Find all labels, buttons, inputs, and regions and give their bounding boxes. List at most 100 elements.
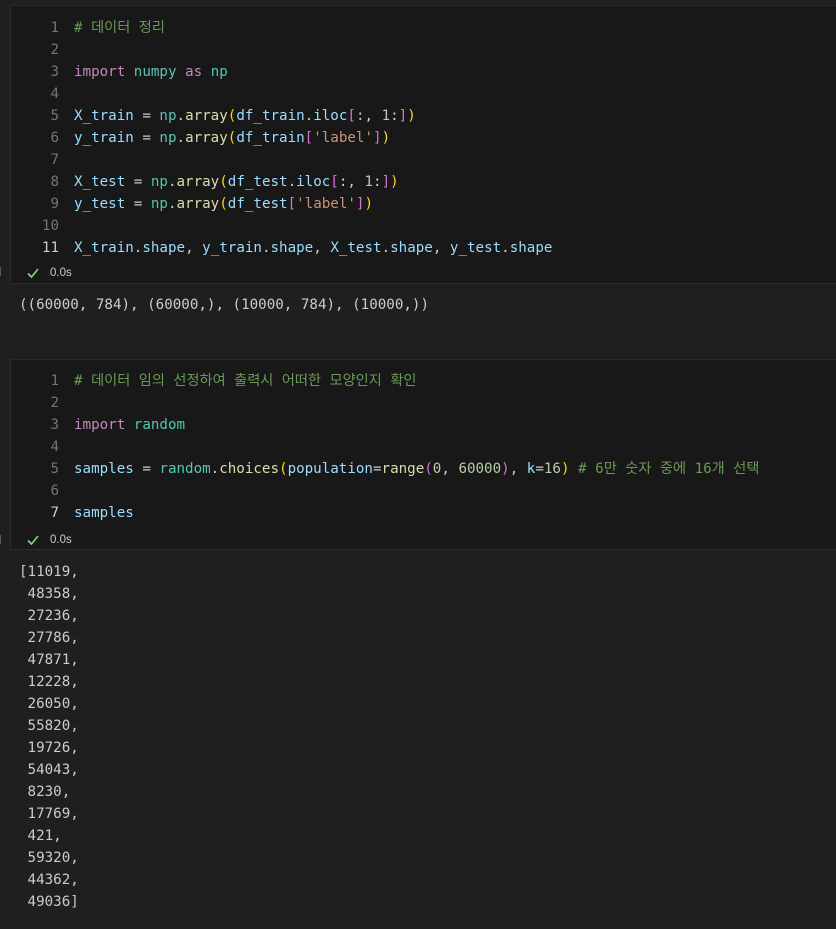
line-source: y_train = np.array(df_train['label']) — [74, 127, 390, 149]
code-line[interactable]: 7 — [11, 149, 836, 171]
code-token: 60000 — [458, 461, 502, 477]
code-line[interactable]: 1 # 데이터 정리 — [11, 17, 836, 39]
code-token: ( — [219, 174, 228, 190]
code-token: import — [74, 417, 126, 433]
code-token: df_test — [227, 174, 288, 190]
code-token: = — [535, 461, 544, 477]
code-token: np — [150, 196, 168, 212]
code-token: 1 — [364, 174, 374, 190]
code-token: ) — [407, 108, 416, 124]
code-token: samples — [74, 461, 134, 477]
code-token: ] — [381, 174, 391, 190]
code-token: iloc — [313, 108, 348, 124]
code-token: . — [167, 174, 177, 190]
line-source: samples = random.choices(population=rang… — [74, 458, 759, 480]
check-icon — [27, 268, 39, 279]
code-token: = — [133, 108, 160, 124]
cell-2-status: 0.0s — [26, 531, 72, 549]
code-token: y_test — [449, 240, 502, 256]
line-source: # 데이터 임의 선정하여 출력시 어떠한 모양인지 확인 — [74, 370, 416, 392]
code-token: 'label' — [313, 130, 374, 146]
code-line[interactable]: 3 import numpy as np — [11, 61, 836, 83]
code-line[interactable]: 11 X_train.shape, y_train.shape, X_test.s… — [11, 237, 836, 259]
output-line: 26050, — [19, 696, 79, 712]
code-token: # 데이터 임의 선정하여 출력시 어떠한 모양인지 확인 — [74, 373, 417, 389]
code-token: : — [390, 108, 399, 124]
code-token: :, — [338, 174, 365, 190]
code-token: np — [159, 108, 177, 124]
output-line: 19726, — [19, 740, 79, 756]
code-token: . — [381, 240, 391, 256]
code-line[interactable]: 2 — [11, 39, 836, 61]
code-line[interactable]: 3 import random — [11, 414, 836, 436]
code-cell-1[interactable]: 1 # 데이터 정리 2 3 import numpy as np 4 5 X_train =… — [10, 5, 836, 284]
code-token: :, — [355, 108, 382, 124]
code-line[interactable]: 5 samples = random.choices(population=ran… — [11, 458, 836, 480]
code-token: # 데이터 정리 — [74, 20, 165, 36]
code-line[interactable]: 10 — [11, 215, 836, 237]
code-line[interactable]: 8 X_test = np.array(df_test.iloc[:, 1:]) — [11, 171, 836, 193]
line-source: X_train.shape, y_train.shape, X_test.sha… — [74, 237, 552, 259]
line-number: 3 — [50, 64, 59, 80]
line-source: y_test = np.array(df_test['label']) — [74, 193, 373, 215]
code-token: . — [167, 196, 177, 212]
code-token: [ — [304, 130, 314, 146]
code-line[interactable]: 4 — [11, 436, 836, 458]
code-token: . — [176, 130, 186, 146]
code-token: X_train — [74, 108, 134, 124]
code-token: ( — [219, 196, 228, 212]
line-source: # 데이터 정리 — [74, 17, 165, 39]
code-line[interactable]: 1 # 데이터 임의 선정하여 출력시 어떠한 모양인지 확인 — [11, 370, 836, 392]
line-source: import numpy as np — [74, 61, 228, 83]
code-token: choices — [219, 461, 280, 477]
line-number: 1 — [50, 20, 59, 36]
code-line[interactable]: 9 y_test = np.array(df_test['label']) — [11, 193, 836, 215]
check-icon — [27, 535, 39, 546]
line-number: 3 — [50, 417, 59, 433]
execution-time: 0.0s — [50, 267, 72, 279]
code-line[interactable]: 2 — [11, 392, 836, 414]
code-line[interactable]: 6 — [11, 480, 836, 502]
output-line: 17769, — [19, 806, 79, 822]
code-token: shape — [390, 240, 433, 256]
code-cell-2[interactable]: 1 # 데이터 임의 선정하여 출력시 어떠한 모양인지 확인 2 3 import r… — [10, 359, 836, 550]
output-line: 47871, — [19, 652, 79, 668]
output-line: 8230, — [19, 784, 71, 800]
code-token: , — [432, 240, 450, 256]
code-token: : — [373, 174, 382, 190]
line-source: samples — [74, 502, 134, 524]
line-number: 10 — [41, 218, 59, 234]
code-token: df_test — [227, 196, 288, 212]
output-line: 49036] — [19, 894, 79, 910]
code-token: , — [441, 461, 459, 477]
code-line[interactable]: 6 y_train = np.array(df_train['label']) — [11, 127, 836, 149]
output-line: 59320, — [19, 850, 79, 866]
line-number: 5 — [50, 108, 59, 124]
code-line[interactable]: 4 — [11, 83, 836, 105]
code-token: [ — [330, 174, 339, 190]
code-token: [ — [287, 196, 297, 212]
code-line[interactable]: 5 X_train = np.array(df_train.iloc[:, 1:]… — [11, 105, 836, 127]
line-number: 8 — [50, 174, 59, 190]
code-token: np — [150, 174, 168, 190]
code-token: ( — [424, 461, 433, 477]
code-token: shape — [509, 240, 553, 256]
code-token: numpy — [133, 64, 177, 80]
code-token: . — [176, 108, 186, 124]
code-token: = — [125, 174, 151, 190]
line-number: 2 — [50, 42, 59, 58]
code-token: y_train — [74, 130, 134, 146]
code-token: X_test — [330, 240, 382, 256]
cell-gutter-marker — [0, 535, 4, 544]
code-token: , — [509, 461, 527, 477]
code-token: , — [313, 240, 331, 256]
code-line[interactable]: 7 samples — [11, 502, 836, 524]
code-token: 1 — [381, 108, 391, 124]
output-line: 48358, — [19, 586, 79, 602]
output-line: 55820, — [19, 718, 79, 734]
code-token: y_test — [74, 196, 126, 212]
code-token: shape — [270, 240, 314, 256]
